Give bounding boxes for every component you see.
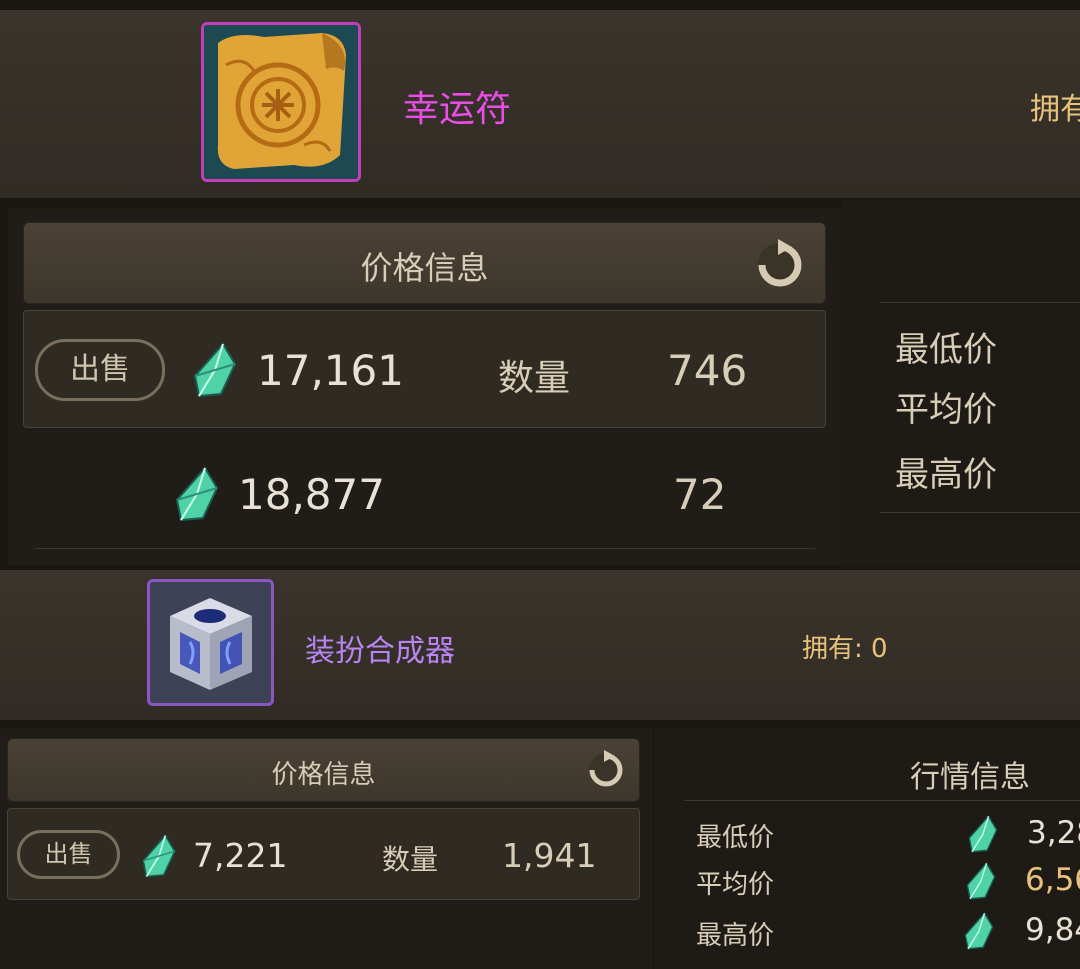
item2-lowest-price-value: 3,28: [1027, 815, 1080, 851]
gem-icon: [193, 342, 237, 398]
item1-listing1-price: 17,161: [257, 346, 404, 395]
item1-market-top-line: [880, 302, 1080, 303]
item2-market-top-line: [684, 800, 1080, 801]
refresh-icon[interactable]: [752, 237, 808, 293]
gem-icon: [141, 834, 177, 878]
item2-sell-button[interactable]: 出售: [17, 830, 120, 879]
item2-listing1-price: 7,221: [193, 836, 288, 875]
item1-quantity-label: 数量: [498, 358, 571, 399]
item2-listing1-qty: 1,941: [502, 836, 597, 875]
item1-listing2-price: 18,877: [238, 470, 385, 519]
item2-quantity-label: 数量: [382, 843, 439, 876]
item1-name: 幸运符: [403, 89, 512, 130]
item1-price-header-title: 价格信息: [360, 249, 489, 287]
item2-price-header: 价格信息: [7, 738, 640, 802]
item1-price-header: 价格信息: [23, 222, 826, 304]
item1-listing2-qty: 72: [673, 470, 727, 519]
item1-market-bottom-line: [880, 512, 1080, 513]
item2-owned-count: 拥有: 0: [802, 634, 888, 664]
item1-owned-label: 拥有: [1030, 92, 1080, 127]
item2-name: 装扮合成器: [305, 634, 455, 669]
item1-sell-button[interactable]: 出售: [35, 339, 165, 401]
gem-icon: [966, 861, 996, 901]
lucky-charm-scroll-icon[interactable]: [201, 22, 361, 182]
item1-highest-price-label: 最高价: [895, 455, 997, 495]
refresh-icon[interactable]: [584, 748, 628, 792]
item2-average-price-value: 6,56: [1025, 862, 1080, 898]
gem-icon: [175, 466, 219, 522]
item2-price-header-title: 价格信息: [271, 760, 376, 790]
item2-highest-price-label: 最高价: [696, 921, 775, 951]
item2-highest-price-value: 9,84: [1025, 912, 1080, 948]
item2-average-price-label: 平均价: [696, 870, 775, 900]
item1-header-band: [0, 10, 1080, 198]
item1-listing-divider: [35, 548, 815, 549]
item1-average-price-label: 平均价: [895, 390, 997, 430]
gem-icon: [964, 911, 994, 951]
item1-listing1-qty: 746: [667, 346, 748, 395]
gem-icon: [968, 814, 998, 854]
crystal-cube-icon[interactable]: [147, 579, 274, 706]
item2-lowest-price-label: 最低价: [696, 823, 775, 853]
item2-market-header: 行情信息: [910, 760, 1030, 795]
item1-lowest-price-label: 最低价: [895, 330, 997, 370]
